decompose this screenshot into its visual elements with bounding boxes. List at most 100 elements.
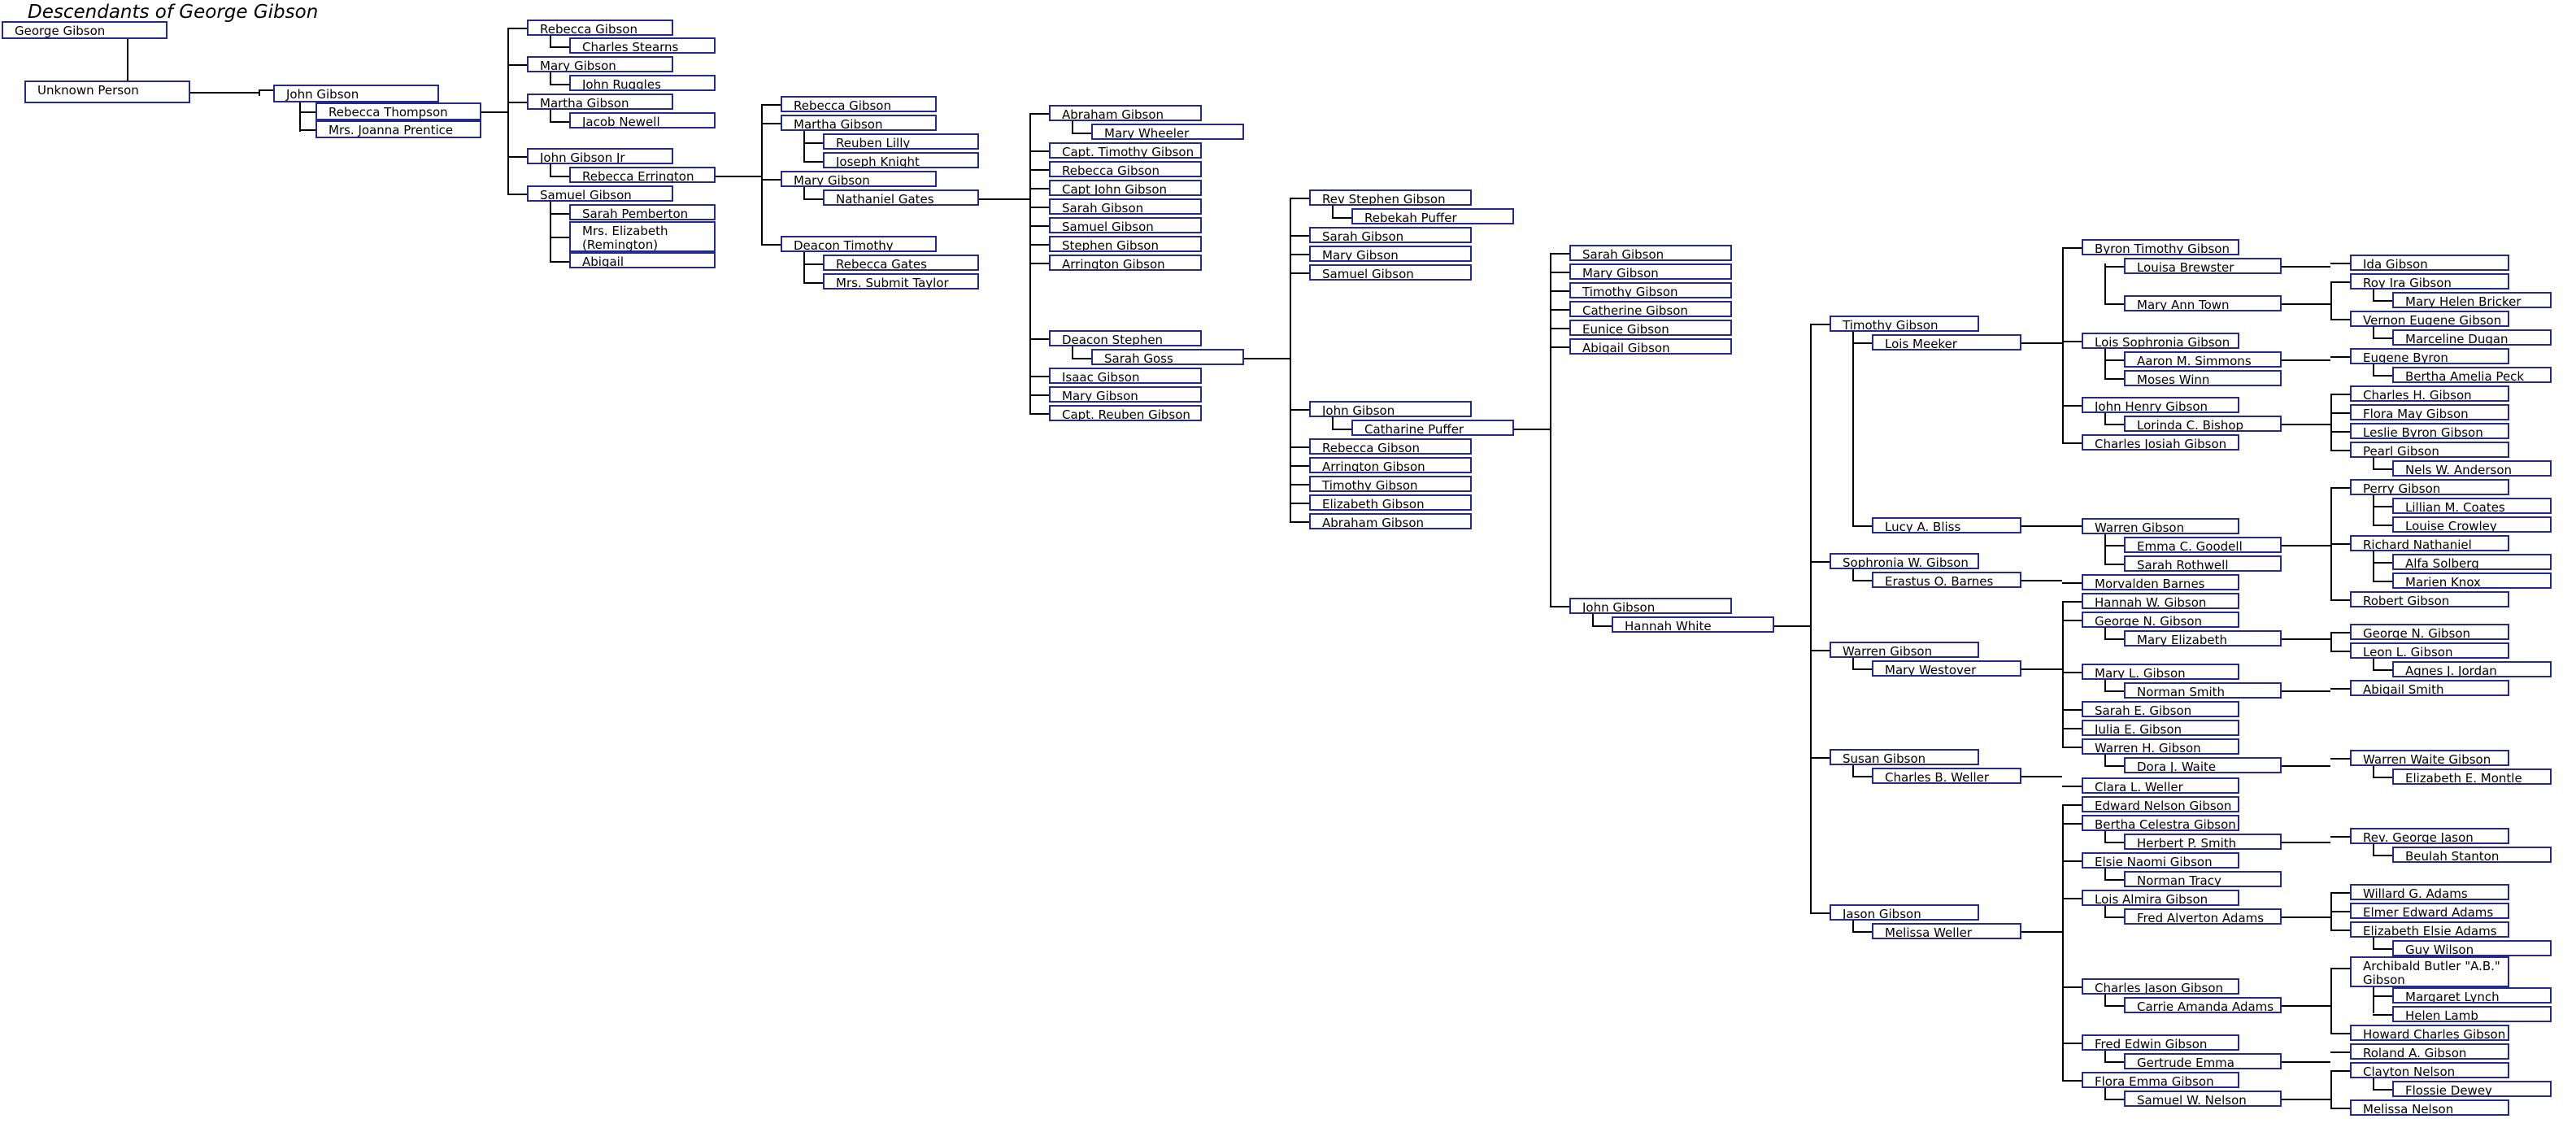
person-node[interactable]: Lorinda C. Bishop — [2124, 416, 2282, 432]
person-node[interactable]: Rebecca Gibson — [527, 20, 673, 36]
person-node[interactable]: Roy Ira Gibson — [2350, 273, 2509, 290]
person-node[interactable]: Mary Gibson — [1049, 386, 1202, 403]
person-node[interactable]: Samuel Gibson — [1049, 217, 1202, 233]
person-node[interactable]: Flossie Dewey — [2392, 1081, 2552, 1097]
person-node[interactable]: Mrs. Submit Taylor — [823, 273, 979, 290]
person-node[interactable]: Robert Gibson — [2350, 591, 2509, 607]
person-node[interactable]: Sophronia W. Gibson — [1830, 553, 1979, 569]
person-node[interactable]: Vernon Eugene Gibson — [2350, 311, 2509, 327]
person-node[interactable]: Abraham Gibson — [1309, 513, 1472, 529]
person-node[interactable]: Abraham Gibson — [1049, 105, 1202, 121]
person-node[interactable]: Rebecca Thompson — [315, 102, 481, 120]
person-node[interactable]: Sarah Pemberton — [569, 204, 716, 220]
person-node[interactable]: Hannah W. Gibson — [2082, 593, 2239, 609]
person-node[interactable]: John Gibson — [1569, 598, 1732, 614]
person-node[interactable]: Abigail — [569, 252, 716, 268]
person-node[interactable]: Stephen Gibson — [1049, 236, 1202, 252]
person-node[interactable]: John Gibson Jr — [527, 148, 673, 164]
person-node[interactable]: Leslie Byron Gibson — [2350, 423, 2509, 439]
person-node[interactable]: Willard G. Adams — [2350, 884, 2509, 900]
person-node[interactable]: Martha Gibson — [781, 115, 937, 131]
person-node[interactable]: George Gibson — [2, 21, 168, 39]
person-node[interactable]: Richard Nathaniel Gibson — [2350, 535, 2509, 551]
person-node[interactable]: Catharine Puffer — [1351, 420, 1514, 436]
person-node[interactable]: Abigail Smith — [2350, 680, 2509, 696]
person-node[interactable]: Eugene Byron Simmons — [2350, 348, 2509, 364]
person-node[interactable]: Bertha Amelia Peck — [2392, 367, 2552, 383]
person-node[interactable]: Warren Waite Gibson — [2350, 750, 2509, 766]
person-node[interactable]: Margaret Lynch — [2392, 987, 2552, 1004]
person-node[interactable]: Lucy A. Bliss — [1872, 517, 2021, 533]
person-node[interactable]: Elmer Edward Adams — [2350, 903, 2509, 919]
person-node[interactable]: Nels W. Anderson — [2392, 460, 2552, 477]
person-node[interactable]: Samuel W. Nelson — [2124, 1091, 2282, 1107]
person-node[interactable]: Arrington Gibson — [1309, 457, 1472, 473]
person-node[interactable]: John Gibson — [273, 85, 439, 102]
person-node[interactable]: Susan Gibson — [1830, 749, 1979, 765]
person-node[interactable]: Unknown Person — [24, 81, 190, 103]
person-node[interactable]: Sarah Rothwell Guernon — [2124, 555, 2282, 572]
person-node[interactable]: Joseph Knight — [823, 152, 979, 168]
person-node[interactable]: George N. Gibson — [2082, 612, 2239, 628]
person-node[interactable]: Mrs. Elizabeth (Remington) Stedman — [569, 221, 716, 252]
person-node[interactable]: Mary Gibson — [781, 171, 937, 187]
person-node[interactable]: Mary Elizabeth Burroughs — [2124, 630, 2282, 647]
person-node[interactable]: Charles Josiah Gibson — [2082, 434, 2239, 451]
person-node[interactable]: Hannah White — [1612, 616, 1774, 633]
person-node[interactable]: John Ruggles — [569, 75, 716, 91]
person-node[interactable]: Capt John Gibson — [1049, 180, 1202, 196]
person-node[interactable]: Sarah Gibson — [1049, 198, 1202, 215]
person-node[interactable]: Julia E. Gibson — [2082, 720, 2239, 736]
person-node[interactable]: Helen Lamb — [2392, 1006, 2552, 1022]
person-node[interactable]: Guy Wilson — [2392, 940, 2552, 956]
person-node[interactable]: Rebecca Errington — [569, 167, 716, 183]
person-node[interactable]: Lois Meeker — [1872, 334, 2021, 350]
person-node[interactable]: Elizabeth Elsie Adams — [2350, 921, 2509, 938]
person-node[interactable]: Samuel Gibson — [1309, 264, 1472, 281]
person-node[interactable]: Emma C. Goodell — [2124, 537, 2282, 553]
person-node[interactable]: Rebecca Gibson — [1309, 438, 1472, 455]
person-node[interactable]: Elizabeth E. Montle — [2392, 768, 2552, 785]
person-node[interactable]: John Henry Gibson — [2082, 397, 2239, 413]
person-node[interactable]: Charles Jason Gibson — [2082, 978, 2239, 995]
person-node[interactable]: Mary L. Gibson — [2082, 664, 2239, 680]
person-node[interactable]: Marceline Dugan — [2392, 329, 2552, 346]
person-node[interactable]: Isaac Gibson — [1049, 368, 1202, 384]
person-node[interactable]: Beulah Stanton — [2392, 847, 2552, 863]
person-node[interactable]: Mary Gibson — [527, 56, 673, 72]
person-node[interactable]: Timothy Gibson — [1309, 476, 1472, 492]
person-node[interactable]: Nathaniel Gates — [823, 189, 979, 206]
person-node[interactable]: Catherine Gibson — [1569, 301, 1732, 317]
person-node[interactable]: Capt. Reuben Gibson — [1049, 405, 1202, 421]
person-node[interactable]: Deacon Stephen Gibson — [1049, 330, 1202, 346]
person-node[interactable]: Warren Gibson — [2082, 518, 2239, 534]
person-node[interactable]: Eunice Gibson — [1569, 320, 1732, 336]
person-node[interactable]: Rebecca Gibson — [781, 96, 937, 112]
person-node[interactable]: Rebekah Puffer — [1351, 208, 1514, 224]
person-node[interactable]: Roland A. Gibson — [2350, 1043, 2509, 1060]
person-node[interactable]: Jason Gibson — [1830, 904, 1979, 921]
person-node[interactable]: Norman Smith — [2124, 682, 2282, 699]
person-node[interactable]: Abigail Gibson — [1569, 338, 1732, 355]
person-node[interactable]: Ida Gibson — [2350, 255, 2509, 271]
person-node[interactable]: Agnes J. Jordan — [2392, 661, 2552, 677]
person-node[interactable]: Louisa Brewster — [2124, 258, 2282, 274]
person-node[interactable]: Mary Ann Town — [2124, 295, 2282, 311]
person-node[interactable]: Mary Wheeler — [1091, 124, 1244, 140]
person-node[interactable]: Gertrude Emma Matthews — [2124, 1053, 2282, 1069]
person-node[interactable]: Norman Tracy — [2124, 871, 2282, 887]
person-node[interactable]: Warren Gibson — [1830, 642, 1979, 658]
person-node[interactable]: Mary Gibson — [1309, 246, 1472, 262]
person-node[interactable]: Sarah Gibson — [1309, 227, 1472, 243]
person-node[interactable]: Carrie Amanda Adams — [2124, 997, 2282, 1013]
person-node[interactable]: Lois Sophronia Gibson — [2082, 333, 2239, 349]
person-node[interactable]: Clara L. Weller — [2082, 777, 2239, 794]
person-node[interactable]: Herbert P. Smith — [2124, 834, 2282, 850]
person-node[interactable]: Elizabeth Gibson — [1309, 494, 1472, 511]
person-node[interactable]: Erastus O. Barnes — [1872, 572, 2021, 588]
person-node[interactable]: Sarah Goss — [1091, 349, 1244, 365]
person-node[interactable]: George N. Gibson — [2350, 624, 2509, 640]
person-node[interactable]: Clayton Nelson — [2350, 1062, 2509, 1078]
person-node[interactable]: Lillian M. Coates — [2392, 498, 2552, 514]
person-node[interactable]: Reuben Lilly — [823, 133, 979, 150]
